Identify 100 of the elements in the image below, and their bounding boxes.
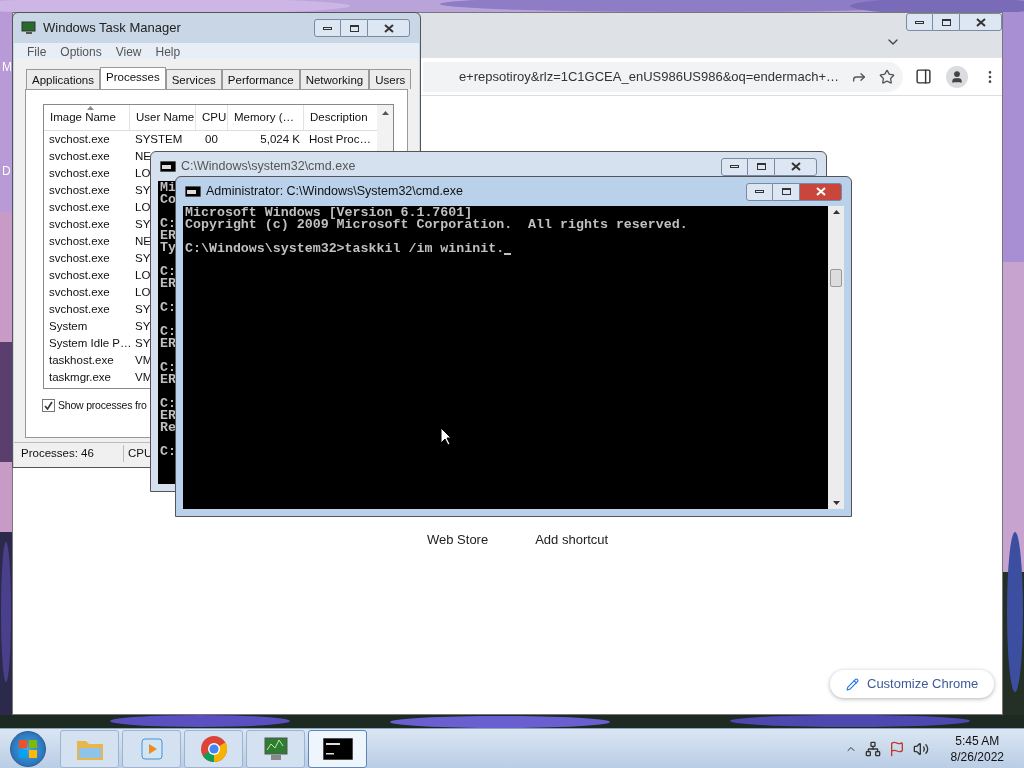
console-line: ER bbox=[160, 278, 176, 290]
mouse-pointer-icon bbox=[440, 427, 452, 446]
table-cell-text: SY bbox=[134, 335, 151, 351]
console-line: Mi bbox=[160, 182, 176, 194]
table-cell-text: svchost.exe bbox=[48, 165, 111, 181]
status-text: Processes: 46 bbox=[14, 444, 124, 463]
table-cell-text: SY bbox=[134, 318, 151, 334]
console-line: C: bbox=[160, 218, 176, 230]
console-line: C: bbox=[160, 446, 176, 458]
side-panel-icon[interactable] bbox=[915, 68, 932, 85]
console-icon bbox=[185, 186, 201, 197]
up-arrow-icon[interactable] bbox=[832, 210, 840, 214]
table-cell-text: svchost.exe bbox=[48, 182, 111, 198]
up-arrow-icon[interactable] bbox=[381, 111, 389, 115]
table-cell-text: SY bbox=[134, 182, 151, 198]
windows-logo-icon bbox=[19, 739, 37, 758]
table-cell-text: NE bbox=[134, 148, 151, 164]
console-line: Copyright (c) 2009 Microsoft Corporation. All rights reserved. bbox=[185, 219, 688, 231]
clock[interactable]: 5:45 AM 8/26/2022 bbox=[950, 732, 1004, 765]
pencil-icon bbox=[846, 677, 859, 691]
table-cell-text: System Idle P… bbox=[48, 335, 130, 351]
window-title: C:\Windows\system32\cmd.exe bbox=[181, 158, 357, 176]
console-line: C: bbox=[160, 326, 176, 338]
window-title: Administrator: C:\Windows\System32\cmd.exe bbox=[206, 183, 465, 201]
table-cell-text: svchost.exe bbox=[48, 148, 111, 164]
down-arrow-icon[interactable] bbox=[832, 501, 840, 505]
table-cell-text: taskmgr.exe bbox=[48, 369, 112, 385]
tab[interactable]: Users bbox=[369, 69, 412, 89]
console-line: Microsoft Windows [Version 6.1.7601] bbox=[185, 207, 473, 219]
menu-item[interactable]: File bbox=[27, 43, 47, 59]
maximize-button[interactable] bbox=[933, 13, 959, 31]
column-header[interactable]: CPU bbox=[196, 105, 228, 130]
column-header[interactable]: User Name bbox=[130, 105, 196, 130]
table-cell-text: LO bbox=[134, 165, 151, 181]
table-cell-text: LO bbox=[134, 284, 151, 300]
maximize-button[interactable] bbox=[748, 157, 774, 176]
minimize-button[interactable] bbox=[314, 19, 341, 37]
star-icon[interactable] bbox=[879, 68, 895, 85]
table-cell-text: System bbox=[48, 318, 89, 334]
console-line: C:\Windows\system32>taskkil /im wininit. bbox=[185, 243, 505, 255]
tab[interactable]: Processes bbox=[100, 67, 166, 89]
table-cell-text: svchost.exe bbox=[48, 267, 111, 283]
maximize-button[interactable] bbox=[773, 182, 799, 201]
table-cell-text: svchost.exe bbox=[48, 131, 111, 147]
table-cell-text: SY bbox=[134, 301, 151, 317]
tab[interactable]: Applications bbox=[26, 69, 100, 89]
media-player-icon bbox=[140, 736, 163, 761]
tab[interactable]: Services bbox=[165, 69, 222, 89]
address-field[interactable]: e+repsotiroy&rlz=1C1GCEA_enUS986US986&oq=endermach+… bbox=[423, 61, 903, 92]
shortcut-link[interactable]: Web Store bbox=[427, 530, 489, 550]
tab[interactable]: Performance bbox=[221, 69, 300, 89]
column-header[interactable]: Image Name bbox=[44, 105, 130, 130]
speaker-icon[interactable] bbox=[912, 740, 929, 757]
table-cell-text: svchost.exe bbox=[48, 233, 111, 249]
check-icon bbox=[44, 401, 53, 411]
scroll-thumb[interactable] bbox=[830, 268, 842, 287]
table-cell-text: LO bbox=[134, 199, 151, 215]
flag-icon[interactable] bbox=[888, 740, 905, 757]
table-cell-text: NE bbox=[134, 233, 151, 249]
shortcut-link[interactable]: Add shortcut bbox=[535, 530, 609, 550]
clock-time: 5:45 AM bbox=[955, 732, 1000, 749]
monitor-icon bbox=[21, 21, 37, 35]
minimize-button[interactable] bbox=[746, 182, 773, 201]
console-line: Ty bbox=[160, 242, 176, 254]
table-cell-text: taskhost.exe bbox=[48, 352, 115, 368]
profile-avatar[interactable] bbox=[946, 65, 968, 88]
url-text: e+repsotiroy&rlz=1C1GCEA_enUS986US986&oq=endermach+… bbox=[458, 67, 839, 86]
close-icon bbox=[815, 187, 826, 196]
tab[interactable]: Networking bbox=[299, 69, 370, 89]
close-button[interactable] bbox=[774, 157, 817, 176]
menu-item[interactable]: Options bbox=[60, 43, 102, 59]
table-cell-text: 00 bbox=[204, 131, 219, 147]
start-button[interactable] bbox=[10, 730, 46, 767]
console-line: ER bbox=[160, 338, 176, 350]
checkbox-label: Show processes fro bbox=[58, 398, 147, 413]
chrome-logo-icon bbox=[199, 734, 228, 763]
taskbar-button[interactable] bbox=[308, 729, 367, 768]
minimize-button[interactable] bbox=[906, 13, 933, 31]
close-button[interactable] bbox=[799, 182, 842, 201]
menu-item[interactable]: View bbox=[115, 43, 142, 59]
clock-date: 8/26/2022 bbox=[950, 748, 1004, 765]
table-cell-text: Host Proc… bbox=[308, 131, 372, 147]
minimize-button[interactable] bbox=[721, 157, 748, 176]
column-header[interactable]: Memory (… bbox=[228, 105, 304, 130]
maximize-button[interactable] bbox=[341, 19, 367, 37]
console-icon bbox=[160, 161, 176, 172]
network-icon[interactable] bbox=[864, 740, 881, 757]
menu-item[interactable]: Help bbox=[155, 43, 181, 59]
console-line: C: bbox=[160, 362, 176, 374]
checkbox[interactable] bbox=[42, 399, 55, 413]
console-line: ER bbox=[160, 374, 176, 386]
person-icon bbox=[950, 69, 964, 84]
table-cell-text: LO bbox=[134, 267, 151, 283]
console-line: C: bbox=[160, 266, 176, 278]
close-button[interactable] bbox=[367, 19, 410, 37]
customize-chrome-button[interactable]: Customize Chrome bbox=[830, 670, 995, 698]
close-button[interactable] bbox=[959, 13, 1002, 31]
table-cell-text: SYSTEM bbox=[134, 131, 184, 147]
console-line: C: bbox=[160, 302, 176, 314]
close-icon bbox=[383, 23, 394, 33]
